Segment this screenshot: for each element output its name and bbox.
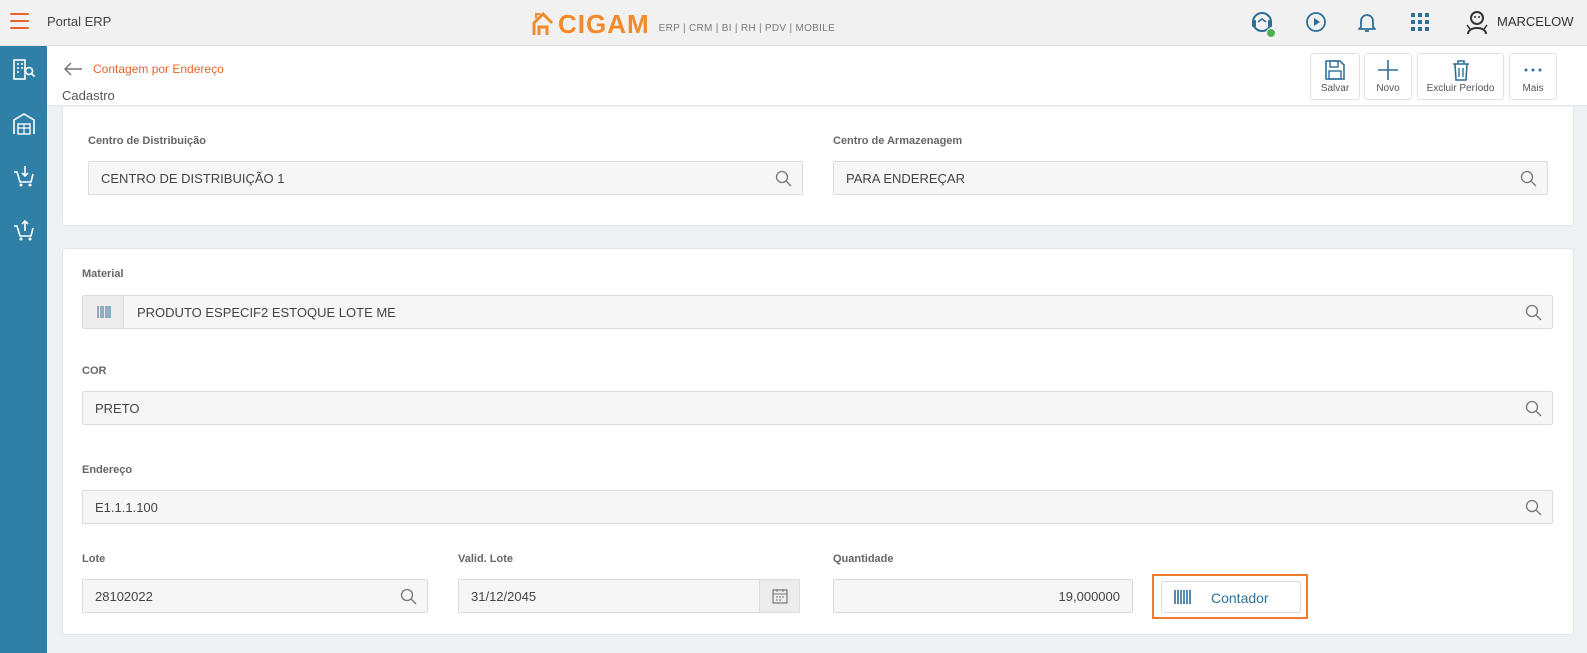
trash-icon — [1452, 60, 1469, 81]
barcode-scan-button[interactable] — [83, 296, 124, 328]
endereco-field[interactable]: E1.1.1.100 — [82, 490, 1553, 524]
lote-label: Lote — [82, 553, 106, 565]
contador-button[interactable]: Contador — [1161, 581, 1301, 613]
logo-house-icon — [532, 12, 554, 35]
cor-field[interactable]: PRETO — [82, 391, 1553, 425]
search-icon[interactable] — [1525, 304, 1542, 321]
contador-label: Contador — [1211, 590, 1269, 606]
search-icon[interactable] — [775, 170, 792, 187]
lote-field[interactable]: 28102022 — [82, 579, 428, 613]
cart-download-icon[interactable] — [12, 164, 36, 188]
logo-text: CIGAM — [558, 9, 650, 39]
warehouse-icon[interactable] — [12, 112, 36, 136]
apps-grid-icon[interactable] — [1408, 10, 1432, 34]
online-status-indicator — [1266, 28, 1276, 38]
delete-period-button[interactable]: Excluir Período — [1417, 53, 1504, 100]
lote-value: 28102022 — [95, 589, 153, 604]
delete-period-label: Excluir Período — [1426, 83, 1495, 94]
endereco-label: Endereço — [82, 464, 133, 476]
calendar-icon — [772, 589, 788, 604]
search-icon[interactable] — [400, 588, 417, 605]
save-button[interactable]: Salvar — [1310, 53, 1360, 100]
quantidade-field[interactable]: 19,000000 — [833, 579, 1133, 613]
back-arrow-icon[interactable] — [63, 61, 83, 77]
plus-icon — [1378, 60, 1398, 80]
new-button[interactable]: Novo — [1364, 53, 1412, 100]
cigam-logo: CIGAM ERP | CRM | BI | RH | PDV | MOBILE — [532, 8, 836, 39]
top-header: Portal ERP CIGAM ERP | CRM | BI | RH | P… — [0, 0, 1587, 46]
centro-distribuicao-label: Centro de Distribuição — [88, 135, 206, 147]
cor-label: COR — [82, 365, 107, 377]
breadcrumb[interactable]: Contagem por Endereço — [93, 62, 224, 76]
save-button-label: Salvar — [1320, 83, 1350, 94]
user-avatar-icon[interactable] — [1464, 9, 1490, 35]
centro-distribuicao-field[interactable]: CENTRO DE DISTRIBUIÇÃO 1 — [88, 161, 803, 195]
floppy-disk-icon — [1325, 60, 1345, 80]
centro-armazenagem-value: PARA ENDEREÇAR — [846, 171, 965, 186]
menu-icon[interactable] — [10, 13, 29, 29]
username[interactable]: MARCELOW — [1497, 14, 1574, 29]
app-title: Portal ERP — [47, 14, 112, 29]
contador-highlight: Contador — [1152, 574, 1308, 619]
bell-icon[interactable] — [1355, 10, 1379, 34]
search-icon[interactable] — [1520, 170, 1537, 187]
more-button-label: Mais — [1522, 83, 1544, 94]
left-sidebar — [0, 46, 47, 653]
person-search-icon[interactable] — [12, 58, 36, 82]
barcode-icon — [97, 306, 111, 318]
valid-lote-label: Valid. Lote — [458, 553, 514, 565]
logo-subtitle: ERP | CRM | BI | RH | PDV | MOBILE — [658, 23, 836, 34]
endereco-value: E1.1.1.100 — [95, 500, 158, 515]
play-circle-icon[interactable] — [1304, 10, 1328, 34]
barcode-icon — [1174, 590, 1191, 604]
cor-value: PRETO — [95, 401, 140, 416]
centro-distribuicao-value: CENTRO DE DISTRIBUIÇÃO 1 — [101, 171, 285, 186]
centro-armazenagem-label: Centro de Armazenagem — [833, 135, 963, 147]
page-header: Contagem por Endereço Cadastro Salvar No… — [47, 46, 1587, 106]
material-label: Material — [82, 268, 124, 280]
centro-armazenagem-field[interactable]: PARA ENDEREÇAR — [833, 161, 1548, 195]
calendar-button[interactable] — [759, 580, 799, 612]
cart-upload-icon[interactable] — [12, 218, 36, 242]
quantidade-value: 19,000000 — [1058, 589, 1120, 604]
new-button-label: Novo — [1376, 83, 1400, 94]
valid-lote-value: 31/12/2045 — [471, 589, 537, 604]
page-subtitle: Cadastro — [62, 88, 115, 103]
search-icon[interactable] — [1525, 400, 1542, 417]
material-value: PRODUTO ESPECIF2 ESTOQUE LOTE ME — [137, 305, 396, 320]
valid-lote-field[interactable]: 31/12/2045 — [458, 579, 800, 613]
material-field[interactable]: PRODUTO ESPECIF2 ESTOQUE LOTE ME — [82, 295, 1553, 329]
search-icon[interactable] — [1525, 499, 1542, 516]
quantidade-label: Quantidade — [833, 553, 894, 565]
more-dots-icon — [1524, 68, 1542, 72]
more-button[interactable]: Mais — [1509, 53, 1557, 100]
